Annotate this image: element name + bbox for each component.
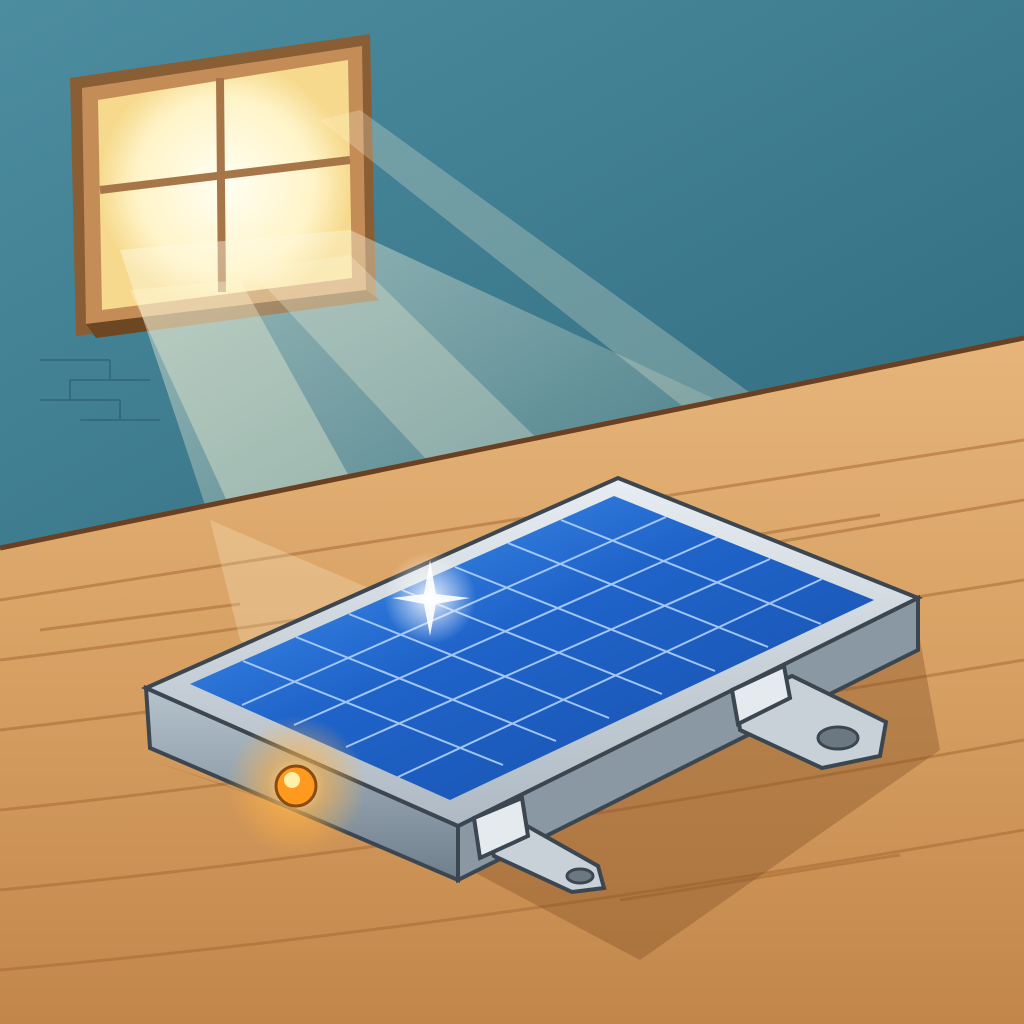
scene-illustration — [0, 0, 1024, 1024]
indicator-light — [226, 716, 366, 856]
